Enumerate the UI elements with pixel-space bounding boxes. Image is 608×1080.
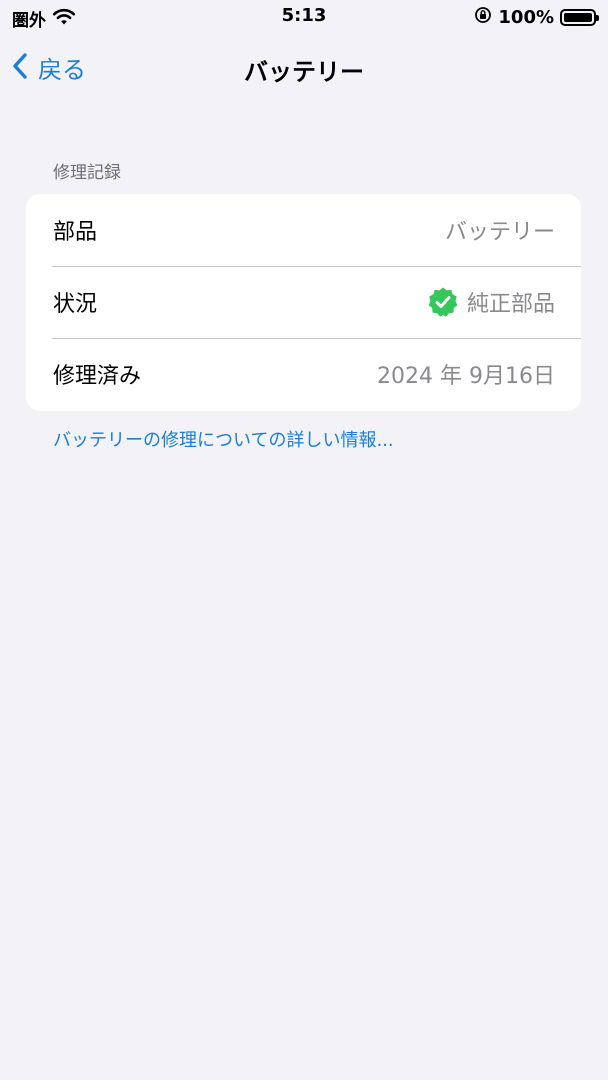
list-row-repaired-date: 修理済み 2024 年 9月16日 <box>26 338 581 410</box>
section-header: 修理記録 <box>53 163 121 183</box>
screen: 圏外 5:13 100% 戻る バッテリー 修理記録 部品 バッテリー 状況 純… <box>0 0 608 1080</box>
row-value: バッテリー <box>445 214 555 246</box>
orientation-lock-icon <box>474 6 492 28</box>
repair-history-list: 部品 バッテリー 状況 純正部品 修理済み 2024 年 9月16日 <box>26 194 581 411</box>
battery-icon <box>560 8 599 26</box>
row-label: 部品 <box>53 220 98 245</box>
row-label: 修理済み <box>53 364 142 389</box>
part-value: バッテリー <box>444 220 555 245</box>
status-bar: 圏外 5:13 100% <box>0 0 608 34</box>
verified-check-badge-icon <box>427 286 459 318</box>
battery-fill <box>564 12 592 22</box>
status-right: 100% <box>474 6 599 28</box>
navigation-bar: 戻る バッテリー <box>0 42 608 94</box>
list-row-status: 状況 純正部品 <box>26 266 581 338</box>
battery-repair-info-link[interactable]: バッテリーの修理についての詳しい情報... <box>53 426 394 452</box>
row-value: 2024 年 9月16日 <box>377 358 555 390</box>
battery-percent: 100% <box>498 6 554 28</box>
status-value: 純正部品 <box>466 292 555 317</box>
repaired-date-value: 2024 年 9月16日 <box>377 364 555 389</box>
row-value: 純正部品 <box>427 286 555 318</box>
page-title: バッテリー <box>244 58 364 86</box>
list-row-part: 部品 バッテリー <box>26 194 581 266</box>
row-label: 状況 <box>53 292 98 317</box>
